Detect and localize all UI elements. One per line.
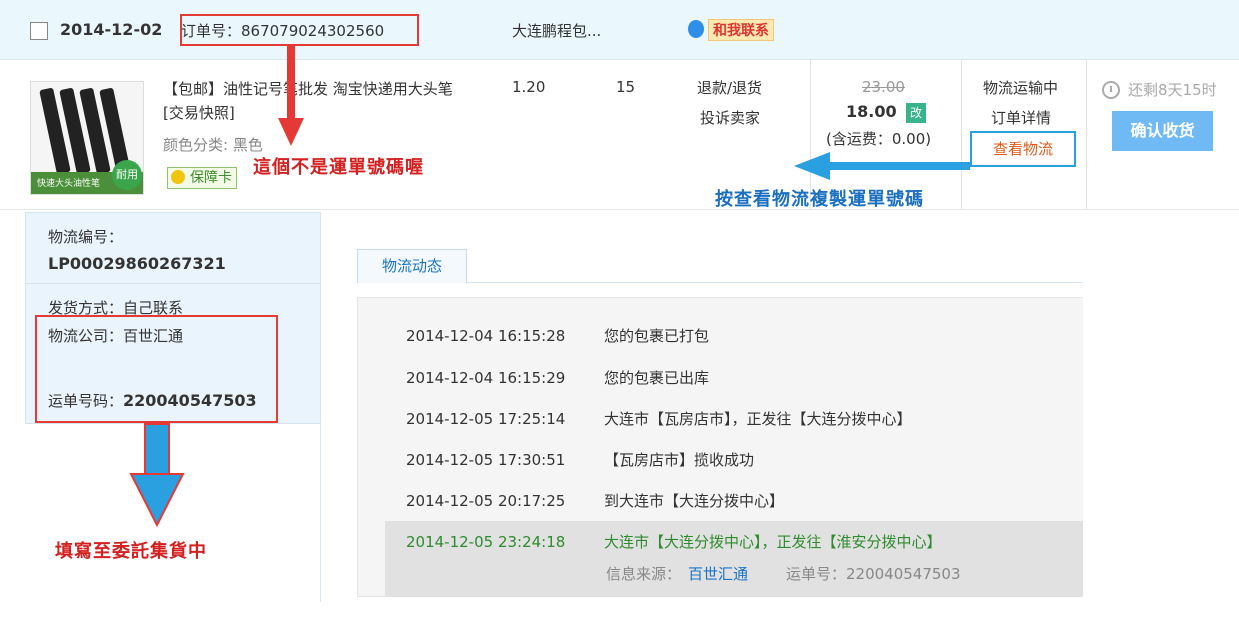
blue-arrow-left-icon [794,152,970,180]
annotation-copy-waybill: 按查看物流複製運單號碼 [715,189,924,210]
annotation-fill-in: 填寫至委託集貨中 [55,541,207,562]
red-arrow-down-icon [278,46,304,146]
blue-arrow-down-icon [129,423,185,528]
annotation-not-waybill: 這個不是運單號碼喔 [253,157,424,178]
annotation-arrows [129,46,970,528]
